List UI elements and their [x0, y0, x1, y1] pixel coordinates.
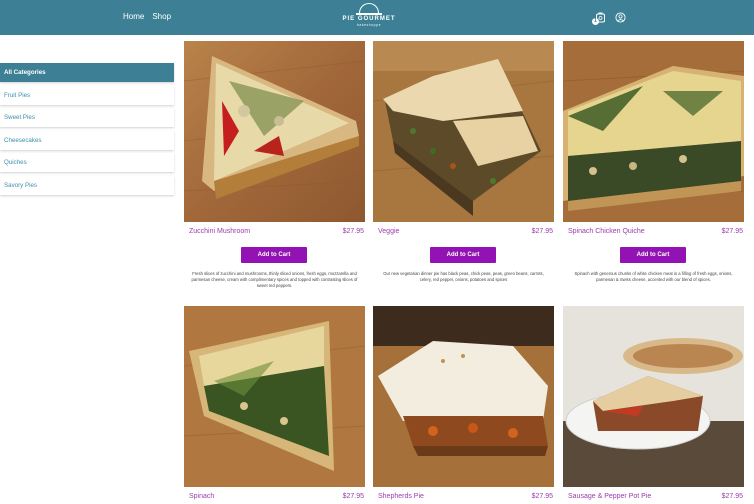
nav-home-link[interactable]: Home	[123, 12, 144, 21]
product-price: $27.95	[531, 228, 553, 235]
top-header: Home Shop PIE GOURMET bakeshoppe 1	[0, 0, 754, 35]
brand-logo[interactable]: PIE GOURMET bakeshoppe	[340, 3, 398, 33]
category-all[interactable]: All Categories	[0, 63, 174, 82]
category-sidebar: All Categories Fruit Pies Sweet Pies Che…	[0, 63, 174, 199]
category-fruit-pies[interactable]: Fruit Pies	[0, 85, 174, 105]
product-name[interactable]: Zucchini Mushroom	[189, 228, 250, 235]
brand-name: PIE GOURMET	[342, 15, 396, 22]
product-image[interactable]	[563, 41, 744, 222]
user-icon[interactable]	[615, 12, 626, 23]
product-name[interactable]: Spinach Chicken Quiche	[568, 228, 645, 235]
product-image[interactable]	[184, 306, 365, 487]
product-name[interactable]: Shepherds Pie	[378, 493, 424, 500]
product-price: $27.95	[721, 493, 743, 500]
product-image[interactable]	[373, 306, 554, 487]
product-name[interactable]: Sausage & Pepper Pot Pie	[568, 493, 651, 500]
product-price: $27.95	[342, 493, 364, 500]
product-price: $27.95	[721, 228, 743, 235]
product-name[interactable]: Spinach	[189, 493, 214, 500]
product-name[interactable]: Veggie	[378, 228, 399, 235]
product-price: $27.95	[531, 493, 553, 500]
category-sweet-pies[interactable]: Sweet Pies	[0, 108, 174, 128]
product-image[interactable]	[563, 306, 744, 487]
cart-count-badge: 1	[592, 18, 599, 25]
product-price: $27.95	[342, 228, 364, 235]
brand-subtitle: bakeshoppe	[356, 22, 382, 27]
add-to-cart-button[interactable]: Add to Cart	[241, 247, 307, 263]
cloche-icon	[359, 3, 379, 13]
product-description: Fresh slices of zucchini and mushrooms, …	[191, 271, 358, 288]
product-image[interactable]	[373, 41, 554, 222]
add-to-cart-button[interactable]: Add to Cart	[430, 247, 496, 263]
category-quiches[interactable]: Quiches	[0, 153, 174, 173]
product-image[interactable]	[184, 41, 365, 222]
category-cheesecakes[interactable]: Cheesecakes	[0, 130, 174, 150]
main-nav: Home Shop	[123, 12, 171, 21]
category-savory-pies[interactable]: Savory Pies	[0, 175, 174, 195]
nav-shop-link[interactable]: Shop	[152, 12, 171, 21]
product-description: Spinach with generous chunks of white ch…	[574, 271, 733, 282]
add-to-cart-button[interactable]: Add to Cart	[620, 247, 686, 263]
product-description: Our new vegetarian dinner pie has black …	[383, 271, 544, 282]
